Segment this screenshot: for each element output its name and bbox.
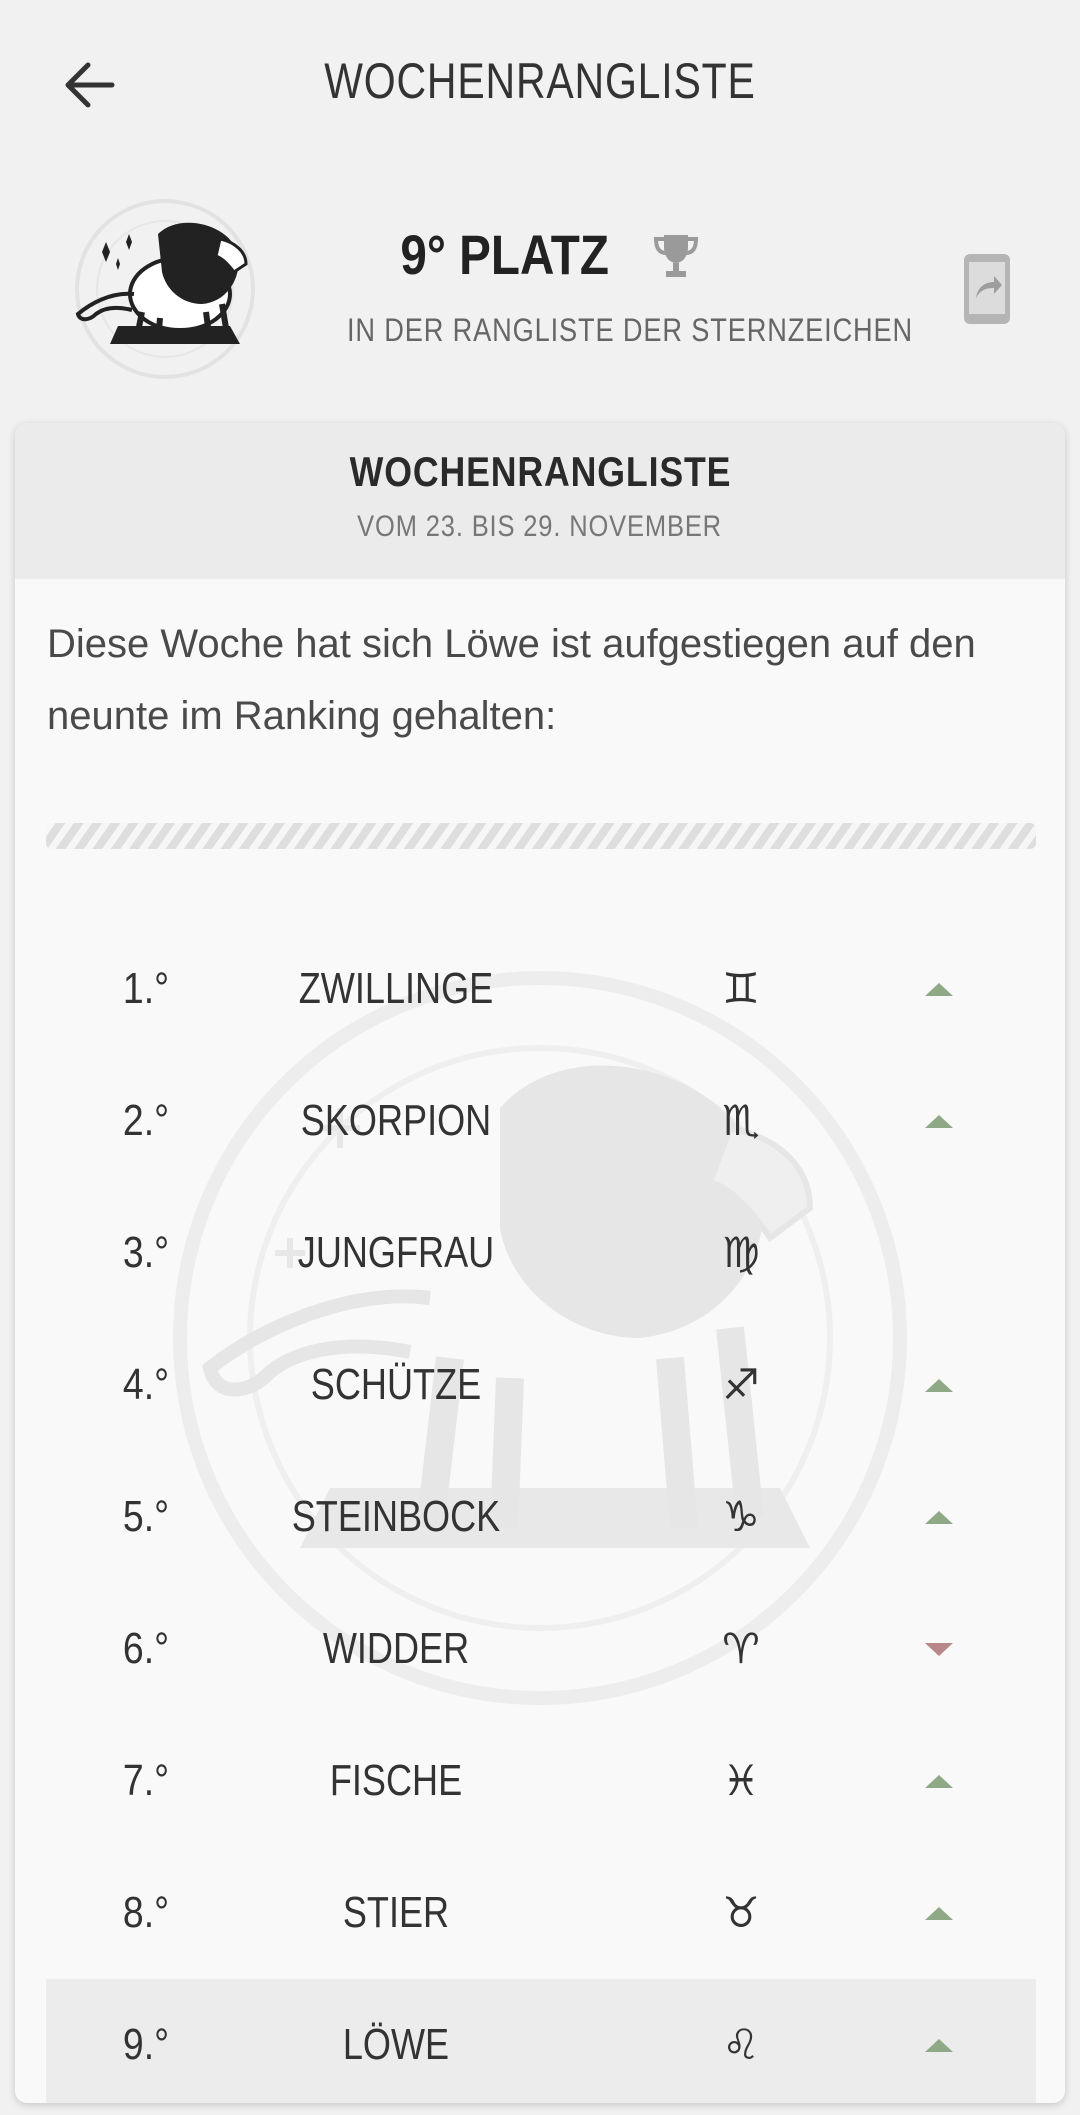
trend-indicator [919,1979,959,2103]
rank-position: 8.° [122,1888,170,1937]
triangle-up-icon [925,1510,953,1524]
date-range: VOM 23. BIS 29. NOVEMBER [357,510,723,543]
zodiac-glyph-icon: ♉ [722,1888,760,1937]
trend-indicator [919,1451,959,1583]
rank-position: 9.° [122,2020,170,2069]
trend-indicator [919,923,959,1055]
rank-hero: 9° PLATZ IN DER RANGLISTE DER STERNZEICH… [0,180,1080,400]
rank-position: 4.° [122,1360,170,1409]
card-header: WOCHENRANGLISTE VOM 23. BIS 29. NOVEMBER [15,423,1065,579]
trend-indicator [919,1847,959,1979]
card-title: WOCHENRANGLISTE [349,448,731,495]
sign-name: LÖWE [342,2020,450,2069]
divider-stripe [46,823,1036,849]
trend-indicator [919,1187,959,1319]
triangle-down-icon [925,1642,953,1656]
ranking-row[interactable]: 9.° LÖWE ♌ [46,1979,1036,2103]
trend-indicator [919,1715,959,1847]
rank-label: 9° PLATZ [400,223,610,286]
ranking-row[interactable]: 3.° JUNGFRAU ♍ [46,1187,1036,1319]
sign-name: SKORPION [300,1096,492,1145]
zodiac-glyph-icon: ♊ [722,964,760,1013]
triangle-up-icon [925,1906,953,1920]
sign-name: WIDDER [322,1624,470,1673]
triangle-up-icon [925,1774,953,1788]
zodiac-glyph-icon: ♈ [722,1624,760,1673]
rank-position: 6.° [122,1624,170,1673]
share-icon[interactable] [962,252,1012,326]
triangle-up-icon [925,1378,953,1392]
page-title: WOCHENRANGLISTE [324,53,756,109]
sign-name: FISCHE [329,1756,463,1805]
zodiac-glyph-icon: ♏ [722,1096,760,1145]
ranking-row[interactable]: 4.° SCHÜTZE ♐ [46,1319,1036,1451]
zodiac-glyph-icon: ♌ [722,2020,760,2069]
trend-indicator [919,1583,959,1715]
zodiac-glyph-icon: ♍ [722,1228,760,1277]
zodiac-glyph-icon: ♓ [722,1756,760,1805]
trend-indicator [919,1319,959,1451]
sign-name: JUNGFRAU [297,1228,495,1277]
rank-position: 7.° [122,1756,170,1805]
rank-position: 5.° [122,1492,170,1541]
rank-position: 2.° [122,1096,170,1145]
triangle-up-icon [925,1114,953,1128]
intro-text: Diese Woche hat sich Löwe ist aufgestieg… [47,622,976,738]
rank-position: 1.° [122,964,170,1013]
zodiac-glyph-icon: ♑ [722,1492,760,1541]
sign-name: STIER [342,1888,450,1937]
ranking-row[interactable]: 6.° WIDDER ♈ [46,1583,1036,1715]
top-bar: WOCHENRANGLISTE [0,0,1080,170]
ranking-row[interactable]: 7.° FISCHE ♓ [46,1715,1036,1847]
triangle-up-icon [925,982,953,996]
ranking-row[interactable]: 2.° SKORPION ♏ [46,1055,1036,1187]
rank-position: 3.° [122,1228,170,1277]
trophy-icon [653,234,698,277]
ranking-row[interactable]: 8.° STIER ♉ [46,1847,1036,1979]
triangle-up-icon [925,2038,953,2052]
sign-name: SCHÜTZE [310,1360,482,1409]
zodiac-glyph-icon: ♐ [722,1360,760,1409]
trend-indicator [919,1055,959,1187]
weekly-ranking-card: WOCHENRANGLISTE VOM 23. BIS 29. NOVEMBER… [15,423,1065,2103]
ranking-row[interactable]: 1.° ZWILLINGE ♊ [46,923,1036,1055]
ranking-list: 1.° ZWILLINGE ♊ 2.° SKORPION ♏ 3.° JUNGFRAU ♍ 4.°… [46,923,1036,2103]
sign-name: STEINBOCK [291,1492,501,1541]
rank-subtitle: IN DER RANGLISTE DER STERNZEICHEN [346,312,914,348]
rank-title: 9° PLATZ [0,222,1080,287]
sign-name: ZWILLINGE [298,964,494,1013]
ranking-row[interactable]: 5.° STEINBOCK ♑ [46,1451,1036,1583]
